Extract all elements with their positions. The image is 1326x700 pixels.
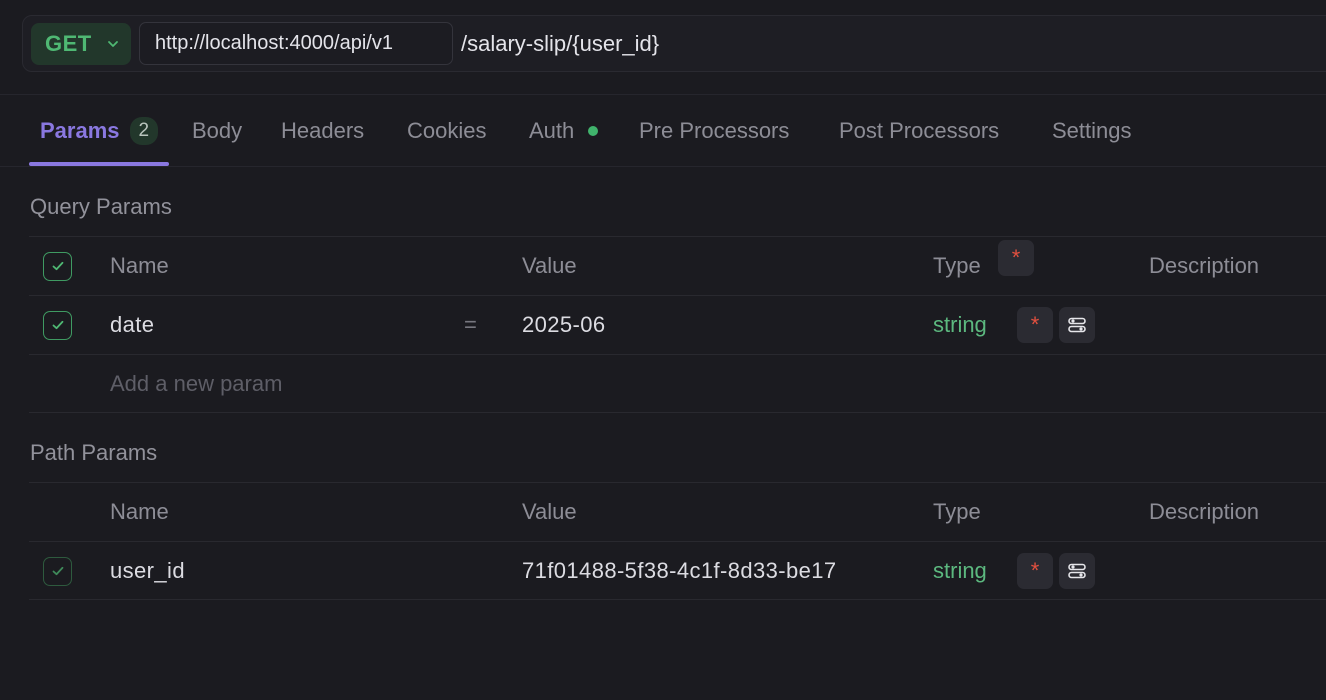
column-name: Name xyxy=(110,253,169,278)
row-enabled-checkbox xyxy=(43,556,72,586)
required-toggle-button[interactable]: * xyxy=(1017,307,1053,343)
add-param-placeholder[interactable]: Add a new param xyxy=(110,355,282,413)
tab-cookies[interactable]: Cookies xyxy=(407,95,486,166)
param-type-select[interactable]: string xyxy=(933,296,987,354)
method-select[interactable]: GET xyxy=(31,23,131,65)
request-tabs: Params 2 Body Headers Cookies Auth Pre P… xyxy=(0,95,1326,167)
check-icon xyxy=(52,320,63,330)
method-label: GET xyxy=(45,31,92,56)
path-params-title: Path Params xyxy=(30,440,158,465)
tab-label: Cookies xyxy=(407,117,487,143)
path-text: /salary-slip/{user_id} xyxy=(461,30,660,56)
tab-pre-processors[interactable]: Pre Processors xyxy=(639,95,789,166)
equals-sign: = xyxy=(464,312,477,337)
auth-status-dot xyxy=(588,125,599,136)
param-name-field[interactable]: date xyxy=(110,296,154,354)
sliders-icon xyxy=(1068,563,1086,579)
base-url-chip[interactable]: http://localhost:4000/api/v1 xyxy=(139,22,453,65)
table-header-row: Name Value Type * Description xyxy=(29,236,1326,295)
param-type-select[interactable]: string xyxy=(933,542,987,600)
param-settings-button[interactable] xyxy=(1059,553,1095,589)
required-asterisk: * xyxy=(1030,312,1040,337)
query-params-title: Query Params xyxy=(30,194,172,219)
active-tab-indicator xyxy=(29,162,169,166)
row-enabled-checkbox[interactable] xyxy=(43,310,72,340)
column-value: Value xyxy=(522,253,577,278)
column-name: Name xyxy=(110,499,169,524)
tab-label: Params xyxy=(40,117,120,143)
base-url-text: http://localhost:4000/api/v1 xyxy=(155,32,393,54)
tab-label: Auth xyxy=(529,117,575,143)
column-type: Type xyxy=(933,253,981,278)
check-icon xyxy=(52,261,63,271)
column-description: Description xyxy=(1149,499,1260,524)
tab-params[interactable]: Params 2 xyxy=(40,95,159,166)
table-row: date = 2025-06 string * xyxy=(29,295,1326,354)
tab-label: Body xyxy=(192,117,243,143)
check-icon xyxy=(52,566,63,576)
required-toggle-button[interactable]: * xyxy=(1017,553,1053,589)
column-description: Description xyxy=(1149,253,1260,278)
path-input[interactable]: /salary-slip/{user_id} xyxy=(461,22,659,65)
select-all-checkbox[interactable] xyxy=(43,251,72,281)
required-filter-button[interactable]: * xyxy=(998,240,1034,276)
param-settings-button[interactable] xyxy=(1059,307,1095,343)
param-value-field[interactable]: 71f01488-5f38-4c1f-8d33-be17 xyxy=(522,542,888,600)
param-value-field[interactable]: 2025-06 xyxy=(522,296,606,354)
tab-label: Pre Processors xyxy=(639,117,790,143)
params-count-badge: 2 xyxy=(129,116,159,145)
query-params-table: Name Value Type * Description date = 202… xyxy=(29,236,1326,413)
table-row: user_id 71f01488-5f38-4c1f-8d33-be17 str… xyxy=(29,541,1326,600)
tab-settings[interactable]: Settings xyxy=(1052,95,1132,166)
table-header-row: Name Value Type Description xyxy=(29,482,1326,541)
chevron-down-icon xyxy=(107,41,118,47)
param-name-field: user_id xyxy=(110,558,185,583)
tab-auth[interactable]: Auth xyxy=(529,95,599,166)
required-asterisk: * xyxy=(1030,558,1040,583)
add-param-row[interactable]: Add a new param xyxy=(29,354,1326,413)
tab-post-processors[interactable]: Post Processors xyxy=(839,95,999,166)
tab-body[interactable]: Body xyxy=(192,95,242,166)
column-value: Value xyxy=(522,499,577,524)
tab-headers[interactable]: Headers xyxy=(281,95,364,166)
tab-label: Headers xyxy=(281,117,365,143)
required-asterisk: * xyxy=(1011,245,1021,270)
column-type: Type xyxy=(933,499,981,524)
tab-label: Post Processors xyxy=(839,117,1000,143)
url-bar: GET http://localhost:4000/api/v1 /salary… xyxy=(22,15,1326,72)
tab-label: Settings xyxy=(1052,117,1132,143)
sliders-icon xyxy=(1068,317,1086,333)
path-params-table: Name Value Type Description user_id 71f0… xyxy=(29,482,1326,600)
